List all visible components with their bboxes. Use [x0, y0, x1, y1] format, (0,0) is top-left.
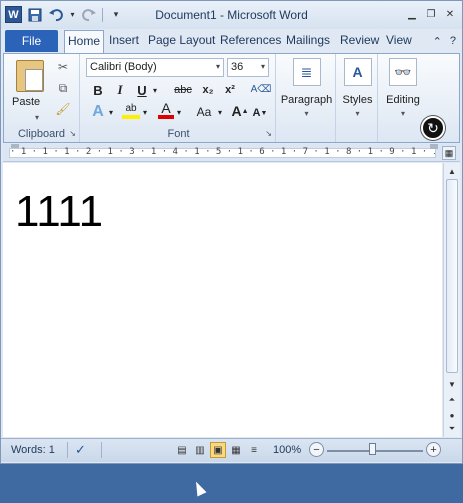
- underline-button[interactable]: U: [134, 81, 150, 99]
- shrink-font-button[interactable]: A ▼: [252, 104, 268, 122]
- word-count[interactable]: Words: 1: [11, 444, 55, 456]
- font-size-dropdown-icon[interactable]: ▾: [261, 62, 265, 71]
- zoom-out-button[interactable]: −: [309, 442, 324, 457]
- font-color-dropdown-icon[interactable]: ▾: [175, 103, 183, 121]
- tab-page-layout[interactable]: Page Layout: [148, 33, 215, 47]
- scroll-thumb[interactable]: [446, 179, 458, 373]
- scroll-down-arrow-icon[interactable]: ▼: [445, 377, 459, 391]
- browse-object-icon[interactable]: ●: [445, 408, 459, 422]
- change-case-dropdown-icon[interactable]: ▾: [216, 103, 224, 121]
- next-page-icon[interactable]: ⏷: [445, 422, 459, 436]
- binoculars-icon: 👓: [389, 58, 417, 86]
- desktop-background: [0, 464, 463, 503]
- word-window: W ▾ ▾ Document1 - Microsoft Word ▁ ❐ ✕ F…: [0, 0, 463, 464]
- tab-view[interactable]: View: [386, 33, 412, 47]
- font-group-label: Font: [167, 128, 190, 140]
- view-ruler-icon[interactable]: ▦: [442, 146, 456, 160]
- minimize-ribbon-icon[interactable]: ⌃: [433, 35, 442, 48]
- minimize-icon[interactable]: ▁: [404, 6, 420, 22]
- subscript-button[interactable]: x₂: [199, 81, 217, 99]
- title-bar: W ▾ ▾ Document1 - Microsoft Word ▁ ❐ ✕: [1, 1, 462, 29]
- tab-home[interactable]: Home: [64, 30, 105, 53]
- proofing-icon[interactable]: ✓: [75, 442, 86, 458]
- italic-button[interactable]: I: [112, 81, 128, 99]
- web-layout-icon[interactable]: ▦: [228, 442, 244, 458]
- clear-formatting-icon[interactable]: A⌫: [251, 80, 272, 98]
- paragraph-dropdown-icon: ▾: [304, 109, 309, 118]
- paragraph-icon: ≣: [292, 58, 321, 86]
- editing-group-label: Editing: [386, 94, 420, 106]
- font-group: Calibri (Body) ▾ 36 ▾ B I U ▾ abc x₂ x² …: [82, 54, 276, 142]
- editing-group[interactable]: 👓 Editing ▾: [380, 54, 426, 142]
- right-indent-marker[interactable]: [430, 144, 438, 149]
- font-size-value: 36: [231, 61, 244, 73]
- zoom-in-button[interactable]: +: [426, 442, 441, 457]
- superscript-button[interactable]: x²: [221, 81, 239, 99]
- styles-icon: A: [343, 58, 372, 86]
- draft-view-icon[interactable]: ≡: [246, 442, 262, 458]
- print-layout-reading-icon[interactable]: ▥: [192, 442, 208, 458]
- ribbon: Paste ▾ ✂ ⧉ 🖌 Clipboard ↘ Calibri (Body)…: [3, 53, 460, 143]
- status-separator: [67, 442, 68, 458]
- clipboard-group-label: Clipboard: [17, 128, 66, 140]
- zoom-slider-thumb[interactable]: [369, 443, 376, 455]
- styles-dropdown-icon: ▾: [355, 109, 360, 118]
- help-icon[interactable]: ?: [450, 35, 456, 48]
- close-icon[interactable]: ✕: [442, 6, 458, 22]
- strikethrough-button[interactable]: abc: [171, 81, 195, 99]
- paste-button-label[interactable]: Paste: [12, 96, 40, 108]
- underline-dropdown-icon[interactable]: ▾: [151, 81, 159, 99]
- clipboard-launcher-icon[interactable]: ↘: [69, 129, 76, 138]
- paste-dropdown-icon[interactable]: ▾: [30, 110, 44, 124]
- bold-button[interactable]: B: [90, 81, 106, 99]
- clipboard-group: Paste ▾ ✂ ⧉ 🖌 Clipboard ↘: [4, 54, 80, 142]
- styles-group-label: Styles: [342, 94, 373, 106]
- cut-icon[interactable]: ✂: [56, 60, 70, 74]
- window-title: Document1 - Microsoft Word: [155, 8, 308, 22]
- ribbon-tabs: File Home Insert Page Layout References …: [1, 29, 462, 53]
- previous-page-icon[interactable]: ⏶: [445, 393, 459, 407]
- ribbon-tab-tools: ⌃ ?: [433, 35, 456, 48]
- copy-icon[interactable]: ⧉: [56, 81, 70, 95]
- scroll-up-icon[interactable]: ▲: [445, 164, 459, 178]
- font-name-value: Calibri (Body): [90, 61, 157, 73]
- paragraph-group[interactable]: ≣ Paragraph ▾: [278, 54, 336, 142]
- font-name-dropdown-icon[interactable]: ▾: [216, 62, 220, 71]
- font-size-combo[interactable]: 36 ▾: [227, 58, 269, 77]
- tab-file[interactable]: File: [5, 30, 58, 52]
- format-painter-icon[interactable]: 🖌: [55, 102, 70, 116]
- grow-font-button[interactable]: A ▲: [231, 102, 248, 120]
- horizontal-ruler[interactable]: · 1 · 1 · 1 · 2 · 1 · 3 · 1 · 4 · 1 · 5 …: [3, 144, 460, 162]
- ribbon-add-in-icon[interactable]: ↻: [421, 116, 445, 140]
- zoom-level[interactable]: 100%: [273, 444, 301, 456]
- font-color-icon[interactable]: A: [158, 100, 174, 119]
- paste-icon[interactable]: [16, 60, 44, 92]
- tab-references[interactable]: References: [220, 33, 281, 47]
- text-effects-icon[interactable]: A: [90, 103, 106, 121]
- editing-dropdown-icon: ▾: [400, 109, 405, 118]
- window-controls: ▁ ❐ ✕: [404, 6, 458, 22]
- document-page[interactable]: 1111: [3, 163, 442, 437]
- vertical-scrollbar[interactable]: ▲ ▼ ⏶ ● ⏷: [443, 163, 460, 437]
- change-case-button[interactable]: Aa: [193, 103, 215, 121]
- document-text[interactable]: 1111: [15, 187, 103, 237]
- font-launcher-icon[interactable]: ↘: [265, 129, 272, 138]
- status-separator: [101, 442, 102, 458]
- tab-mailings[interactable]: Mailings: [286, 33, 330, 47]
- tab-review[interactable]: Review: [340, 33, 379, 47]
- status-bar: Words: 1 ✓ ▤ ▥ ▣ ▦ ≡ 100% − +: [1, 438, 462, 462]
- tab-insert[interactable]: Insert: [109, 33, 139, 47]
- highlight-icon[interactable]: ab: [122, 101, 140, 119]
- full-screen-reading-icon[interactable]: ▤: [174, 442, 190, 458]
- restore-icon[interactable]: ❐: [423, 6, 439, 22]
- styles-group[interactable]: A Styles ▾: [338, 54, 378, 142]
- print-layout-icon[interactable]: ▣: [210, 442, 226, 458]
- paragraph-group-label: Paragraph: [280, 94, 333, 106]
- ruler-track: · 1 · 1 · 1 · 2 · 1 · 3 · 1 · 4 · 1 · 5 …: [9, 147, 436, 158]
- highlight-dropdown-icon[interactable]: ▾: [141, 103, 149, 121]
- font-name-combo[interactable]: Calibri (Body) ▾: [86, 58, 224, 77]
- text-effects-dropdown-icon[interactable]: ▾: [107, 103, 115, 121]
- ruler-numbers: · 1 · 1 · 1 · 2 · 1 · 3 · 1 · 4 · 1 · 5 …: [10, 147, 435, 157]
